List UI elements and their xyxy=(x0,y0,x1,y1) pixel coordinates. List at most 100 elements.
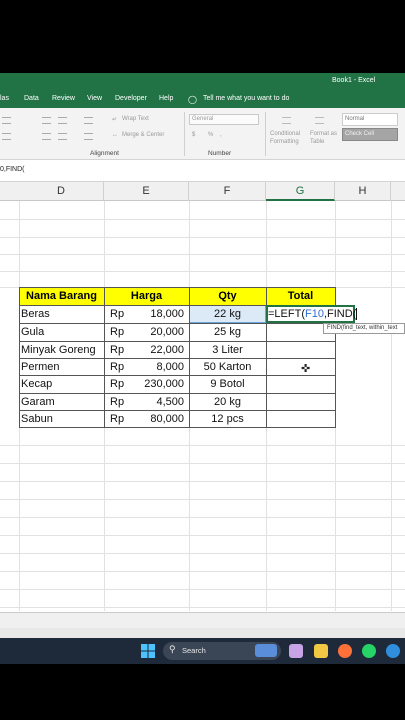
cell-nama[interactable]: Kecap xyxy=(21,375,52,393)
gridline xyxy=(391,201,392,611)
cell-qty[interactable]: 12 pcs xyxy=(189,410,266,428)
merge-center-button[interactable]: Merge & Center xyxy=(122,132,164,138)
column-header-g[interactable]: G xyxy=(266,182,335,201)
column-header-f[interactable]: F xyxy=(189,182,266,201)
search-icon: ⚲ xyxy=(169,644,176,654)
status-bar xyxy=(0,628,405,638)
header-qty[interactable]: Qty xyxy=(189,287,266,305)
table-border xyxy=(19,410,336,411)
ribbon-divider xyxy=(184,112,185,156)
cell-qty[interactable]: 9 Botol xyxy=(189,375,266,393)
cell-nama[interactable]: Gula xyxy=(21,323,44,341)
column-header-e[interactable]: E xyxy=(104,182,189,201)
cell-harga[interactable]: 8,000 xyxy=(104,358,184,376)
tab-view[interactable]: View xyxy=(87,95,102,102)
percent-button[interactable]: % xyxy=(208,132,213,138)
number-group-label: Number xyxy=(208,150,232,157)
number-format-value: General xyxy=(192,116,214,122)
cell-nama[interactable]: Garam xyxy=(21,393,55,411)
firefox-icon[interactable] xyxy=(338,644,352,658)
alignment-group-label: Alignment xyxy=(90,150,119,157)
text-cursor xyxy=(356,308,358,321)
tab-help[interactable]: Help xyxy=(159,95,173,102)
wrap-text-button[interactable]: Wrap Text xyxy=(122,116,149,122)
gridline xyxy=(0,607,405,608)
search-highlight-icon[interactable] xyxy=(255,644,277,657)
style-check-cell-label: Check Cell xyxy=(345,131,375,137)
align-right-icon[interactable] xyxy=(58,133,67,140)
table-border xyxy=(19,287,336,288)
tell-me-search[interactable]: Tell me what you want to do xyxy=(203,95,289,102)
table-border xyxy=(19,393,336,394)
ribbon-divider xyxy=(265,112,266,156)
tab-developer[interactable]: Developer xyxy=(115,95,147,102)
align-middle-icon[interactable] xyxy=(42,117,51,124)
function-tooltip: FIND(find_text, within_text xyxy=(323,323,405,334)
gridline xyxy=(0,219,405,220)
currency-button[interactable]: $ xyxy=(192,132,195,138)
whatsapp-icon[interactable] xyxy=(362,644,376,658)
cell-harga[interactable]: 18,000 xyxy=(104,305,184,323)
format-as-table-icon xyxy=(315,117,324,124)
formula-prefix: =LEFT( xyxy=(268,308,305,320)
formula-bar-input[interactable]: 0,FIND( xyxy=(0,166,25,173)
cell-nama[interactable]: Minyak Goreng xyxy=(21,341,96,359)
cell-nama[interactable]: Beras xyxy=(21,305,50,323)
gridline xyxy=(0,271,405,272)
formula-suffix: ,FIND( xyxy=(323,308,357,320)
cell-harga[interactable]: 22,000 xyxy=(104,341,184,359)
table-border xyxy=(19,375,336,376)
gridline xyxy=(0,535,405,536)
merge-icon: ↔ xyxy=(112,132,118,138)
comma-button[interactable]: , xyxy=(220,132,222,138)
gridline xyxy=(0,445,405,446)
cell-harga[interactable]: 230,000 xyxy=(104,375,184,393)
gridline xyxy=(0,571,405,572)
formula-bar[interactable] xyxy=(0,160,405,182)
header-harga[interactable]: Harga xyxy=(104,287,189,305)
gridline xyxy=(0,589,405,590)
gridline xyxy=(0,463,405,464)
table-border xyxy=(19,323,336,324)
file-explorer-icon[interactable] xyxy=(314,644,328,658)
header-nama-barang[interactable]: Nama Barang xyxy=(19,287,104,305)
cell-harga[interactable]: 20,000 xyxy=(104,323,184,341)
tab-data[interactable]: Data xyxy=(24,95,39,102)
cell-nama[interactable]: Permen xyxy=(21,358,60,376)
wrap-text-icon: ↵ xyxy=(112,117,118,123)
column-header-h[interactable]: H xyxy=(335,182,391,201)
align-left-icon[interactable] xyxy=(2,133,11,140)
windows-start-icon[interactable] xyxy=(141,644,155,658)
conditional-formatting-button[interactable]: Conditional Formatting xyxy=(270,130,310,146)
edge-icon[interactable] xyxy=(386,644,400,658)
table-border xyxy=(19,358,336,359)
format-as-table-button[interactable]: Format as Table xyxy=(310,130,342,146)
cell-qty[interactable]: 50 Karton xyxy=(189,358,266,376)
gridline xyxy=(0,499,405,500)
cell-qty[interactable]: 22 kg xyxy=(189,305,266,323)
align-top-icon[interactable] xyxy=(2,117,11,124)
gridline xyxy=(0,237,405,238)
style-normal-label: Normal xyxy=(345,116,365,122)
tab-review[interactable]: Review xyxy=(52,95,75,102)
cell-nama[interactable]: Sabun xyxy=(21,410,53,428)
cell-harga[interactable]: 80,000 xyxy=(104,410,184,428)
cell-qty[interactable]: 3 Liter xyxy=(189,341,266,359)
cell-qty[interactable]: 25 kg xyxy=(189,323,266,341)
formula-reference: F10 xyxy=(304,308,324,320)
gridline xyxy=(0,481,405,482)
tab-formulas[interactable]: las xyxy=(0,95,9,102)
indent-icon[interactable] xyxy=(84,133,93,140)
align-center-icon[interactable] xyxy=(42,133,51,140)
cross-cursor-icon: ✜ xyxy=(301,363,311,375)
lightbulb-icon: ◯ xyxy=(188,95,197,104)
cell-harga[interactable]: 4,500 xyxy=(104,393,184,411)
widgets-icon[interactable] xyxy=(289,644,303,658)
cell-formula-editor[interactable]: =LEFT(F10,FIND( xyxy=(268,305,358,323)
cell-qty[interactable]: 20 kg xyxy=(189,393,266,411)
header-total[interactable]: Total xyxy=(266,287,335,305)
column-header-d[interactable]: D xyxy=(19,182,104,201)
orientation-icon[interactable] xyxy=(84,117,93,124)
align-bottom-icon[interactable] xyxy=(58,117,67,124)
table-border xyxy=(19,427,336,428)
